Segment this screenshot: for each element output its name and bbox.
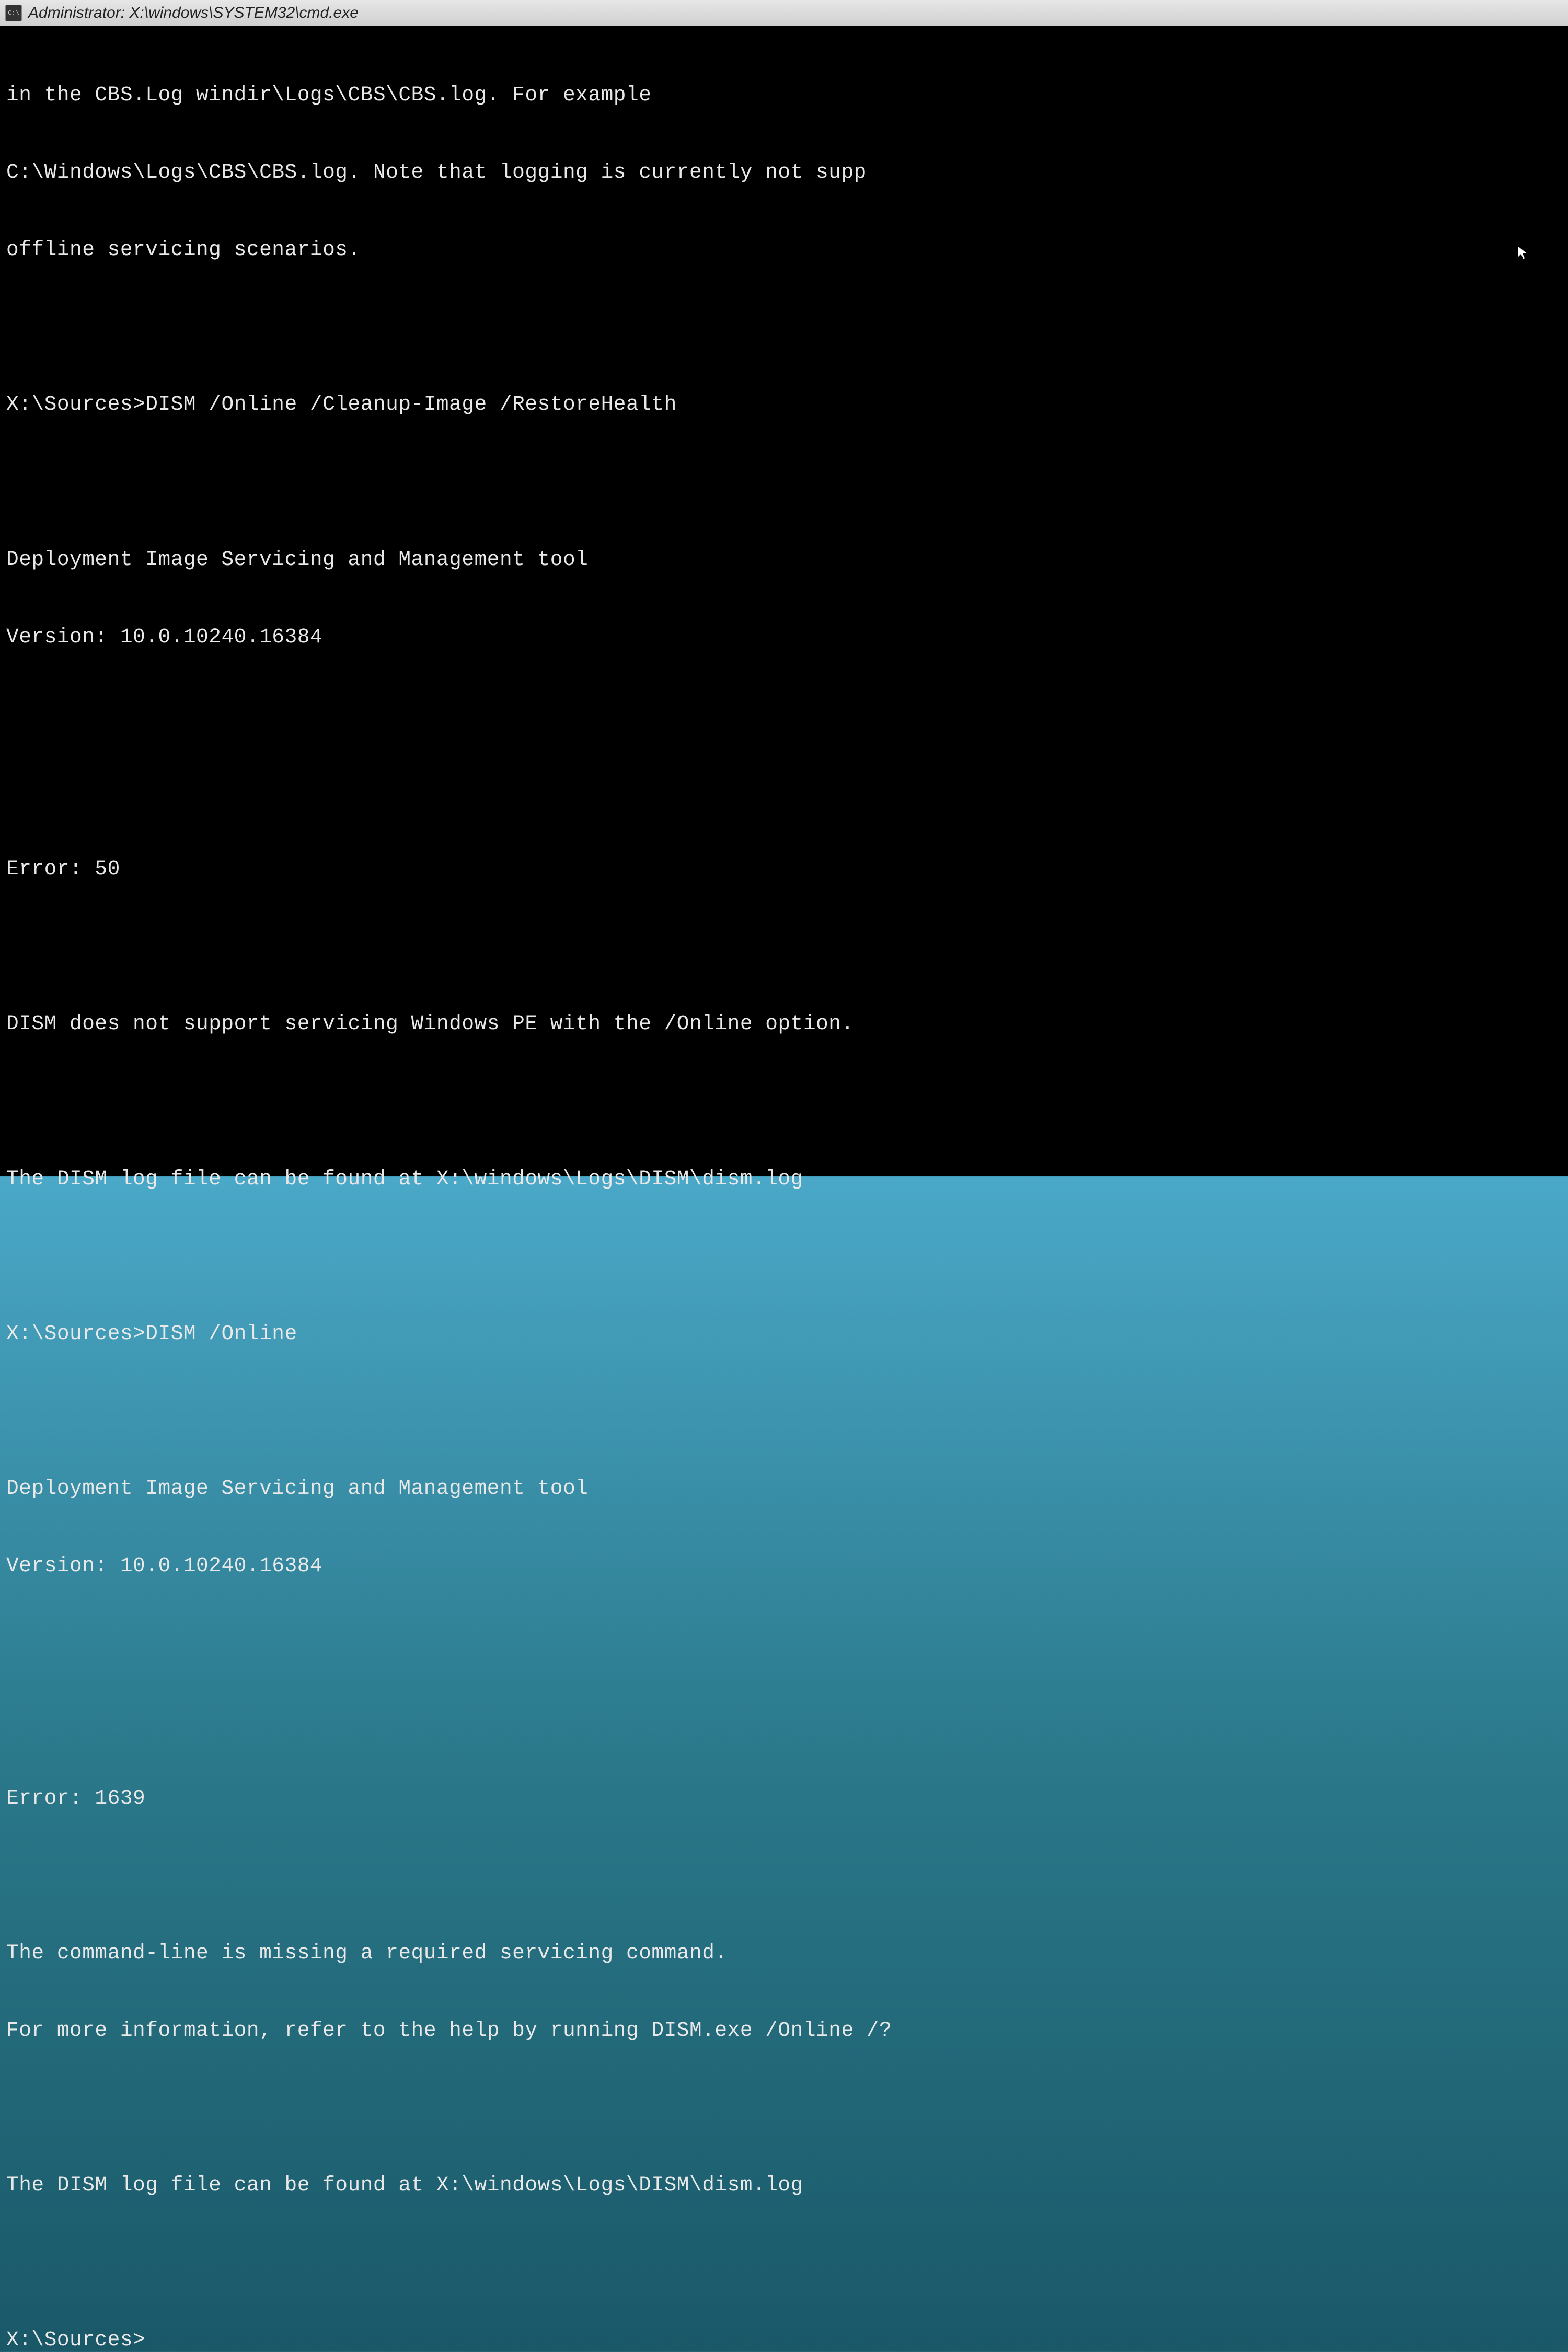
output-line: C:\Windows\Logs\CBS\CBS.log. Note that l… [6, 159, 1562, 185]
blank-line [6, 1630, 1562, 1656]
output-line: Deployment Image Servicing and Managemen… [6, 1475, 1562, 1501]
output-line: Deployment Image Servicing and Managemen… [6, 547, 1562, 572]
titlebar[interactable]: Administrator: X:\windows\SYSTEM32\cmd.e… [0, 0, 1568, 26]
blank-line [6, 779, 1562, 804]
log-path-line: The DISM log file can be found at X:\win… [6, 2172, 1562, 2198]
error-message: The command-line is missing a required s… [6, 1940, 1562, 1966]
blank-line [6, 2250, 1562, 2275]
blank-line [6, 1243, 1562, 1269]
output-line: Version: 10.0.10240.16384 [6, 1553, 1562, 1578]
blank-line [6, 1863, 1562, 1888]
cmd-window: Administrator: X:\windows\SYSTEM32\cmd.e… [0, 0, 1568, 1176]
command-line: X:\Sources>DISM /Online /Cleanup-Image /… [6, 391, 1562, 417]
error-help: For more information, refer to the help … [6, 2017, 1562, 2043]
output-line: in the CBS.Log windir\Logs\CBS\CBS.log. … [6, 82, 1562, 108]
blank-line [6, 1088, 1562, 1114]
blank-line [6, 314, 1562, 340]
log-path-line: The DISM log file can be found at X:\win… [6, 1166, 1562, 1192]
error-message: DISM does not support servicing Windows … [6, 1011, 1562, 1036]
output-line: Version: 10.0.10240.16384 [6, 624, 1562, 650]
prompt-line[interactable]: X:\Sources> [6, 2327, 1562, 2352]
error-line: Error: 50 [6, 856, 1562, 882]
error-line: Error: 1639 [6, 1785, 1562, 1811]
output-line: offline servicing scenarios. [6, 237, 1562, 262]
blank-line [6, 1708, 1562, 1733]
blank-line [6, 701, 1562, 727]
command-line: X:\Sources>DISM /Online [6, 1321, 1562, 1346]
blank-line [6, 2095, 1562, 2120]
blank-line [6, 933, 1562, 959]
terminal-output[interactable]: in the CBS.Log windir\Logs\CBS\CBS.log. … [0, 26, 1568, 1176]
cmd-icon [5, 5, 22, 21]
blank-line [6, 469, 1562, 494]
blank-line [6, 1398, 1562, 1424]
window-title: Administrator: X:\windows\SYSTEM32\cmd.e… [28, 4, 359, 22]
